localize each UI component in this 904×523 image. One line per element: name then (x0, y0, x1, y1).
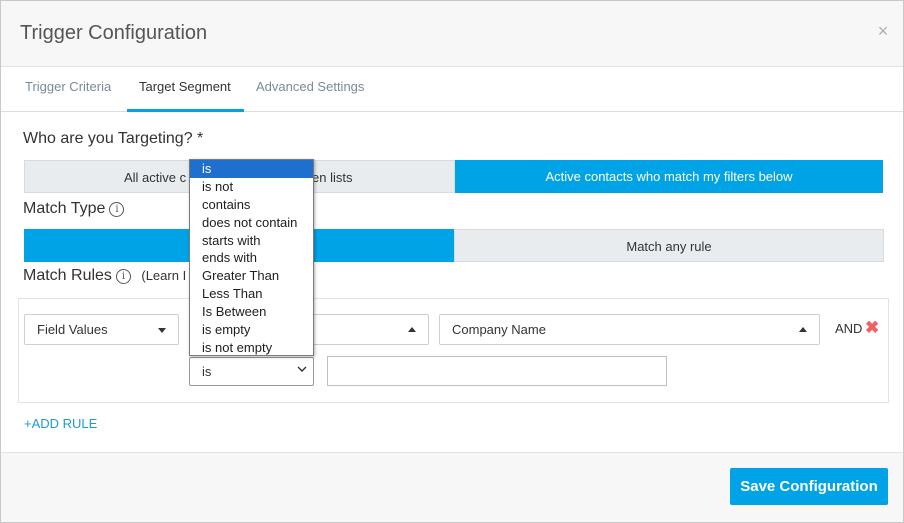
field-name-select[interactable]: Company Name (439, 314, 820, 345)
tab-target-segment[interactable]: Target Segment (139, 79, 231, 94)
operator-option[interactable]: Is Between (190, 303, 313, 321)
operator-option[interactable]: is not (190, 178, 313, 196)
operator-option[interactable]: is not empty (190, 339, 313, 357)
chevron-down-icon (297, 366, 307, 372)
tab-trigger-criteria[interactable]: Trigger Criteria (25, 79, 111, 94)
caret-up-icon (408, 327, 416, 332)
field-type-select[interactable]: Field Values (24, 314, 179, 345)
info-icon[interactable]: i (115, 269, 131, 284)
caret-down-icon (158, 328, 166, 333)
target-all-label-tail: en lists (312, 170, 353, 185)
operator-option[interactable]: is (190, 160, 313, 178)
caret-up-icon (799, 327, 807, 332)
operator-option[interactable]: ends with (190, 249, 313, 267)
target-filtered-button[interactable]: Active contacts who match my filters bel… (455, 160, 883, 193)
operator-option[interactable]: starts with (190, 232, 313, 250)
modal-title: Trigger Configuration (20, 22, 208, 44)
operator-option[interactable]: contains (190, 196, 313, 214)
targeting-label: Who are you Targeting? * (23, 130, 204, 147)
rule-value-input[interactable] (327, 356, 667, 386)
active-tab-indicator (127, 109, 244, 112)
add-rule-button[interactable]: +ADD RULE (24, 416, 97, 431)
remove-rule-icon[interactable]: ✖ (865, 318, 879, 338)
tab-bar: Trigger Criteria Target Segment Advanced… (1, 67, 903, 112)
field-name-value: Company Name (452, 322, 546, 337)
save-configuration-button[interactable]: Save Configuration (730, 468, 888, 505)
operator-dropdown-list: is is not contains does not contain star… (189, 159, 314, 356)
match-any-button[interactable]: Match any rule (454, 229, 884, 262)
learn-more-link[interactable]: (Learn I (141, 268, 186, 283)
operator-option[interactable]: Greater Than (190, 267, 313, 285)
info-icon[interactable]: i (109, 202, 125, 217)
operator-option[interactable]: is empty (190, 321, 313, 339)
field-category-select[interactable] (299, 314, 429, 345)
trigger-configuration-modal: Trigger Configuration × Trigger Criteria… (0, 0, 904, 523)
tab-advanced-settings[interactable]: Advanced Settings (256, 79, 364, 94)
operator-option[interactable]: does not contain (190, 214, 313, 232)
match-rules-label: Match Rules i (Learn I (23, 267, 186, 285)
match-type-label: Match Type i (23, 200, 125, 218)
operator-value: is (202, 364, 212, 379)
modal-header: Trigger Configuration × (1, 1, 903, 67)
target-all-label: All active c (124, 170, 187, 185)
operator-select[interactable]: is (189, 357, 314, 386)
match-rules-text: Match Rules (23, 267, 112, 284)
operator-option[interactable]: Less Than (190, 285, 313, 303)
conjunction-label: AND (835, 321, 863, 336)
close-icon[interactable]: × (875, 22, 891, 40)
match-type-text: Match Type (23, 200, 106, 217)
field-type-value: Field Values (37, 322, 108, 337)
